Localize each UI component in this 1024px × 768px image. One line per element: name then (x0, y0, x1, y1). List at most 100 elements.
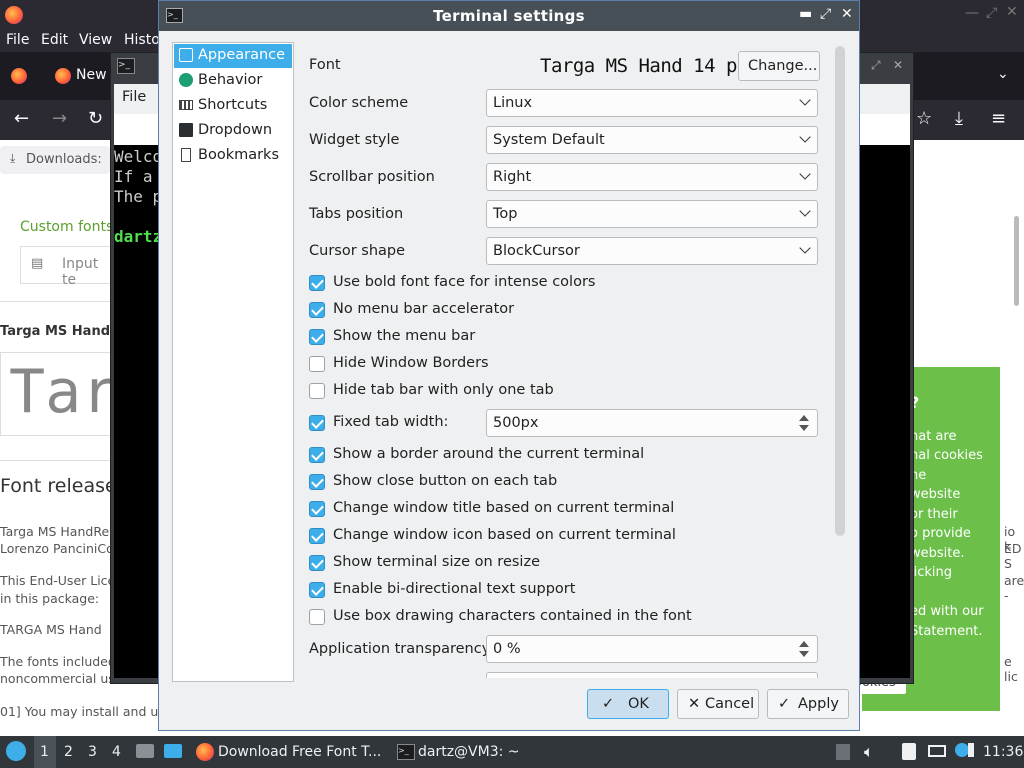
paragraph-text: e lic (1004, 654, 1018, 684)
cookie-text: or their (910, 507, 958, 522)
menu-edit[interactable]: Edit (41, 32, 68, 48)
spin-down-icon[interactable] (799, 425, 809, 431)
spin-up-icon[interactable] (799, 415, 809, 421)
task-terminal[interactable]: >_ dartz@VM3: ~ (392, 736, 532, 768)
maximize-icon[interactable]: ⤢ (820, 6, 831, 22)
cursor-shape-select[interactable]: BlockCursor (486, 237, 818, 265)
behavior-gear-icon (179, 73, 193, 87)
scrollbar-position-label: Scrollbar position (309, 169, 435, 185)
checkbox-box[interactable] (309, 555, 325, 571)
fixed-tab-width-spinbox[interactable]: 500px (486, 409, 818, 437)
checkbox-box[interactable] (309, 356, 325, 372)
checkbox-box[interactable] (309, 275, 325, 291)
bookmark-star-icon[interactable]: ☆ (916, 108, 932, 129)
cancel-button[interactable]: ✕ Cancel (677, 689, 759, 719)
checkbox-box[interactable] (309, 383, 325, 399)
usb-icon[interactable] (968, 743, 974, 757)
menu-history[interactable]: Histo (124, 32, 160, 48)
spin-up-icon[interactable] (799, 641, 809, 647)
trash-icon[interactable] (836, 744, 850, 760)
input-placeholder: Input te (62, 256, 99, 288)
apply-button[interactable]: ✓ Apply (767, 689, 849, 719)
tab-new[interactable]: New (44, 58, 110, 94)
widget-style-select[interactable]: System Default (486, 126, 818, 154)
checkbox-box[interactable] (309, 609, 325, 625)
cookie-text: Statement. (910, 624, 983, 639)
sidebar-item-bookmarks[interactable]: Bookmarks (174, 144, 292, 168)
list-tabs-chevron-icon[interactable]: ⌄ (997, 66, 1009, 82)
terminal-menu-file[interactable]: File (122, 89, 146, 105)
ok-label: OK (628, 696, 649, 712)
menu-file[interactable]: File (6, 32, 29, 48)
checkbox-box[interactable] (309, 582, 325, 598)
hamburger-menu-icon[interactable]: ≡ (991, 108, 1006, 129)
scrollbar-position-select[interactable]: Right (486, 163, 818, 191)
task-label: dartz@VM3: ~ (418, 744, 520, 760)
checkbox-box[interactable] (309, 302, 325, 318)
text-input-field[interactable]: ▤ Input te (20, 246, 113, 288)
show-desktop-icon[interactable] (164, 744, 182, 758)
color-scheme-select[interactable]: Linux (486, 89, 818, 117)
network-icon[interactable] (928, 745, 946, 757)
desktop-2[interactable]: 2 (64, 744, 73, 760)
ok-button[interactable]: ✓ OK (587, 689, 669, 719)
clipboard-icon[interactable] (902, 743, 916, 760)
minimize-icon[interactable]: — (965, 5, 979, 21)
tabs-position-select[interactable]: Top (486, 200, 818, 228)
desktop-1[interactable]: 1 (34, 736, 56, 768)
file-manager-icon[interactable] (136, 744, 154, 758)
reload-icon[interactable]: ↻ (88, 108, 103, 129)
checkbox-box[interactable] (309, 447, 325, 463)
terminal-restore-icon[interactable]: ⤢ (871, 58, 881, 73)
checkbox-box[interactable] (309, 501, 325, 517)
restore-icon[interactable]: ⤢ (986, 5, 997, 21)
sidebar-item-dropdown[interactable]: Dropdown (174, 119, 292, 143)
checkbox-box[interactable] (309, 474, 325, 490)
start-menu-icon[interactable] (6, 741, 26, 761)
partially-hidden-field[interactable] (486, 672, 818, 678)
desktop-4[interactable]: 4 (112, 744, 121, 760)
divider (0, 460, 110, 461)
paragraph-text: This End-User Lice (0, 573, 116, 588)
font-label: Font (309, 57, 341, 73)
spinbox-value: 500px (493, 415, 539, 431)
desktop-3[interactable]: 3 (88, 744, 97, 760)
change-font-button[interactable]: Change... (738, 51, 820, 81)
firefox-view-icon[interactable] (11, 68, 27, 84)
task-firefox[interactable]: Download Free Font T... (190, 736, 386, 768)
close-icon[interactable]: ✕ (841, 6, 853, 22)
paragraph-text: The fonts included (0, 654, 116, 669)
download-icon[interactable]: ⤓ (955, 108, 963, 129)
terminal-prompt: dartz (114, 227, 163, 246)
terminal-close-icon[interactable]: ✕ (893, 58, 903, 72)
close-icon[interactable]: ✕ (1006, 4, 1018, 20)
checkbox-box[interactable] (309, 415, 325, 431)
page-scrollbar[interactable] (1014, 216, 1019, 306)
keyboard-icon (179, 100, 193, 110)
downloads-bar[interactable]: ⤓ Downloads: (0, 146, 110, 174)
volume-icon[interactable]: 🔈︎ (864, 742, 874, 762)
sidebar-item-behavior[interactable]: Behavior (174, 69, 292, 93)
dialog-titlebar[interactable]: >_ Terminal settings ▬ ⤢ ✕ (159, 1, 859, 31)
terminal-line: The p (114, 187, 163, 206)
spin-down-icon[interactable] (799, 651, 809, 657)
clock[interactable]: 11:36 (983, 744, 1023, 760)
select-value: Top (493, 206, 518, 222)
forward-icon[interactable]: → (52, 108, 67, 129)
paragraph-text: 01] You may install and us (0, 704, 165, 719)
checkbox-label: Use box drawing characters contained in … (333, 608, 692, 624)
checkbox-box[interactable] (309, 329, 325, 345)
custom-fonts-label[interactable]: Custom fonts (20, 219, 113, 235)
menu-view[interactable]: View (79, 32, 112, 48)
spinbox-value: 0 % (493, 641, 521, 657)
settings-scrollbar[interactable] (835, 46, 845, 536)
tab-label: New (76, 67, 107, 83)
back-icon[interactable]: ← (14, 108, 29, 129)
paragraph-text: Targa MS HandRe (0, 524, 110, 539)
notifications-icon[interactable] (955, 743, 969, 757)
minimize-icon[interactable]: ▬ (799, 6, 812, 22)
checkbox-box[interactable] (309, 528, 325, 544)
sidebar-item-shortcuts[interactable]: Shortcuts (174, 94, 292, 118)
transparency-spinbox[interactable]: 0 % (486, 635, 818, 663)
sidebar-item-appearance[interactable]: Appearance (174, 44, 292, 68)
